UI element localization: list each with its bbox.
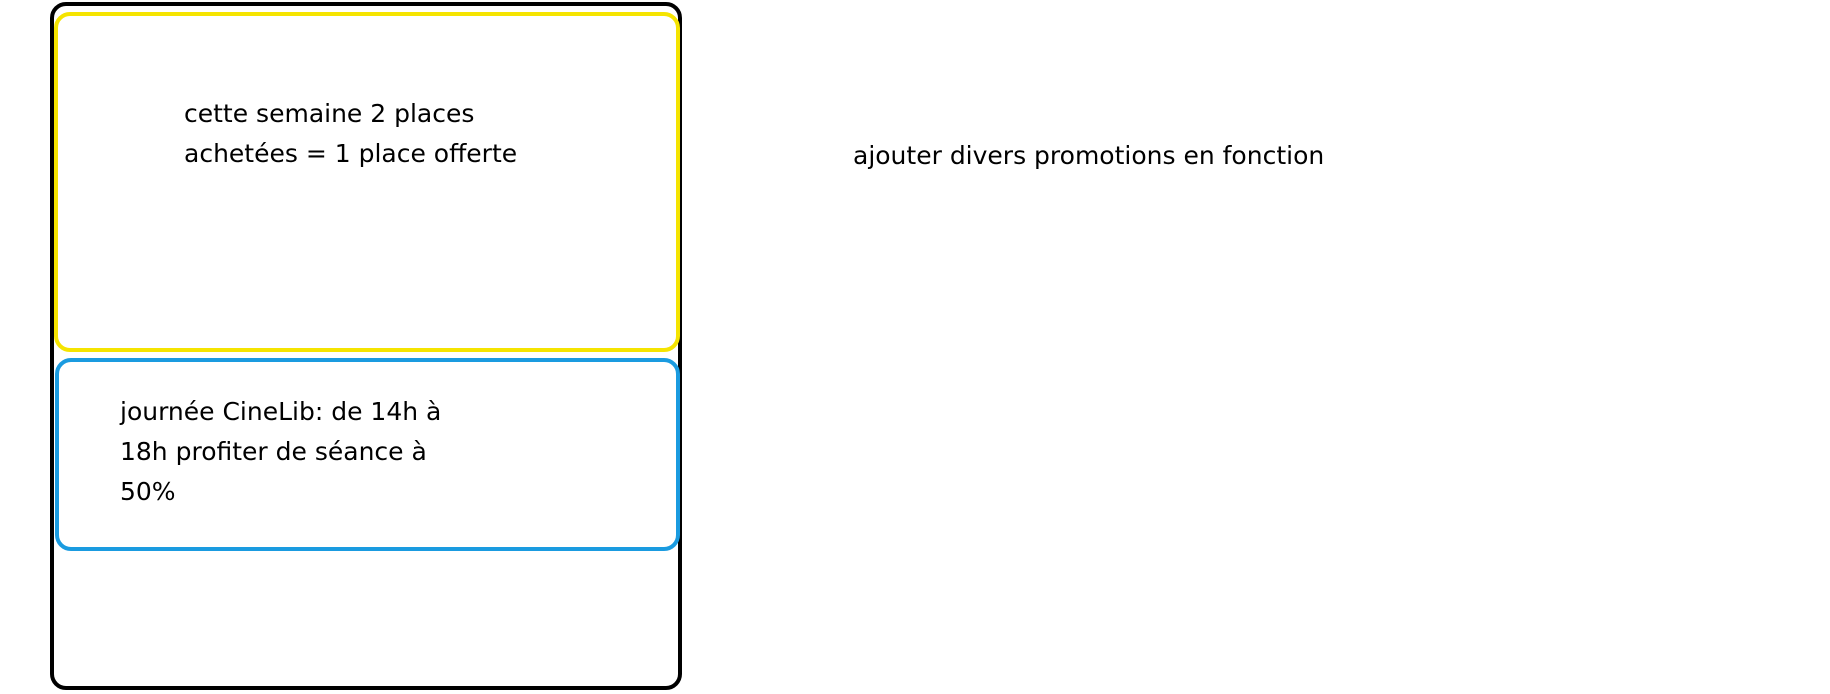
promo-text-weekly-offer: cette semaine 2 places achetées = 1 plac… — [184, 99, 518, 168]
promo-card-weekly-offer[interactable]: cette semaine 2 places achetées = 1 plac… — [54, 12, 680, 352]
annotation-note: ajouter divers promotions en fonction — [853, 141, 1325, 170]
promo-card-cinelib-day[interactable]: journée CineLib: de 14h à 18h profiter d… — [55, 358, 680, 551]
promo-text-cinelib-day: journée CineLib: de 14h à 18h profiter d… — [120, 397, 442, 506]
